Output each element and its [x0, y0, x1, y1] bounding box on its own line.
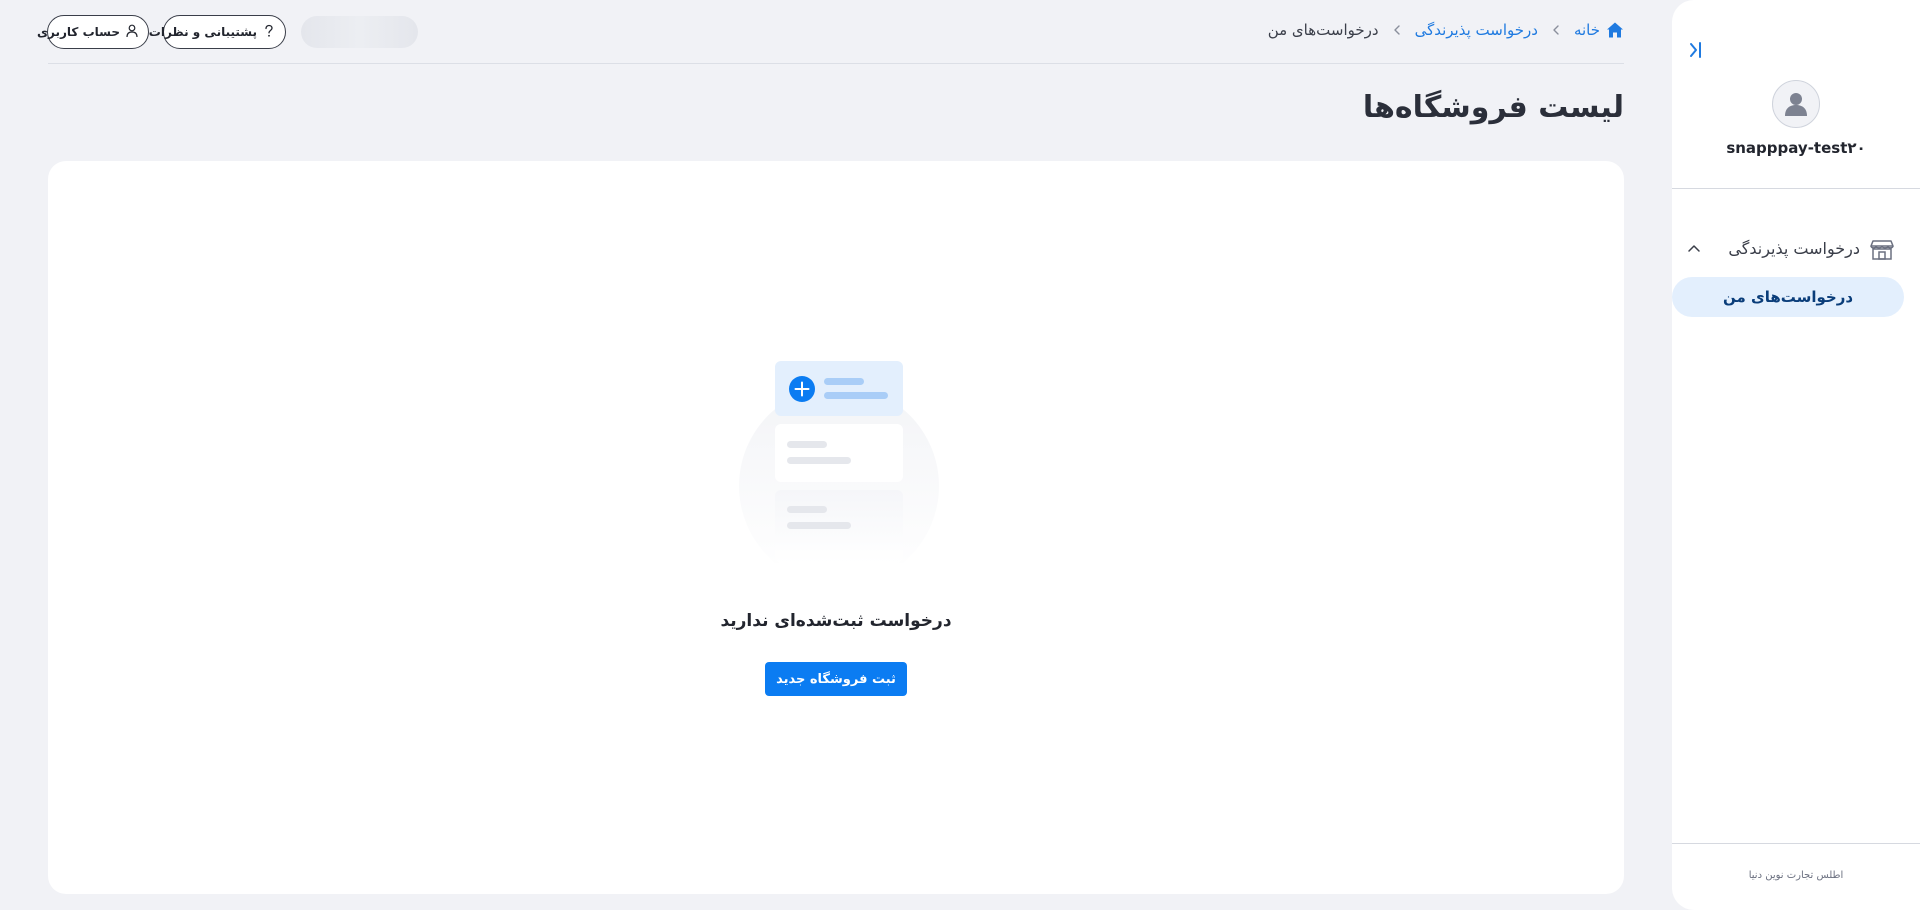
store-icon — [1870, 238, 1894, 264]
avatar[interactable] — [1772, 80, 1820, 128]
content-card: درخواست ثبت‌شده‌ای ندارید ثبت فروشگاه جد… — [48, 161, 1624, 894]
loading-placeholder — [301, 16, 418, 48]
sidebar-item-my-requests[interactable]: درخواست‌های من — [1672, 277, 1904, 317]
account-button[interactable]: حساب کاربری — [37, 15, 149, 49]
collapse-sidebar-icon[interactable] — [1682, 38, 1708, 62]
breadcrumb-current: درخواست‌های من — [1267, 21, 1379, 39]
page-title: لیست فروشگاه‌ها — [1362, 90, 1624, 125]
account-button-label: حساب کاربری — [37, 25, 120, 39]
chevron-left-icon — [1391, 24, 1403, 36]
breadcrumb: خانه درخواست پذیرندگی درخواست‌های من — [1268, 18, 1624, 42]
user-icon — [126, 24, 138, 41]
user-icon — [1785, 93, 1807, 116]
chevron-left-icon — [1550, 24, 1562, 36]
support-button[interactable]: پشتیبانی و نظرات — [149, 15, 286, 49]
breadcrumb-home[interactable]: خانه — [1574, 21, 1624, 39]
home-icon — [1607, 22, 1623, 38]
sidebar-group-label: درخواست پذیرندگی — [1728, 239, 1860, 258]
empty-state-illustration — [739, 361, 939, 563]
divider — [48, 63, 1624, 64]
sidebar-footer: اطلس تجارت نوین دنیا — [1748, 870, 1844, 881]
sidebar-group-merchant-request[interactable]: درخواست پذیرندگی — [1672, 234, 1920, 264]
divider — [1672, 843, 1920, 844]
help-icon — [263, 24, 275, 41]
breadcrumb-merchant-request[interactable]: درخواست پذیرندگی — [1415, 21, 1538, 39]
sidebar-item-label: درخواست‌های من — [1722, 288, 1854, 306]
empty-state-message: درخواست ثبت‌شده‌ای ندارید — [720, 611, 952, 631]
sidebar: snapppay-test۲۰ درخواست پذیرندگی درخواست… — [1672, 0, 1920, 910]
support-button-label: پشتیبانی و نظرات — [148, 25, 257, 39]
breadcrumb-home-label: خانه — [1573, 21, 1600, 39]
new-store-button[interactable]: ثبت فروشگاه جدید — [765, 662, 907, 696]
divider — [1672, 188, 1920, 189]
chevron-up-icon[interactable] — [1686, 241, 1702, 261]
username: snapppay-test۲۰ — [1726, 139, 1866, 157]
